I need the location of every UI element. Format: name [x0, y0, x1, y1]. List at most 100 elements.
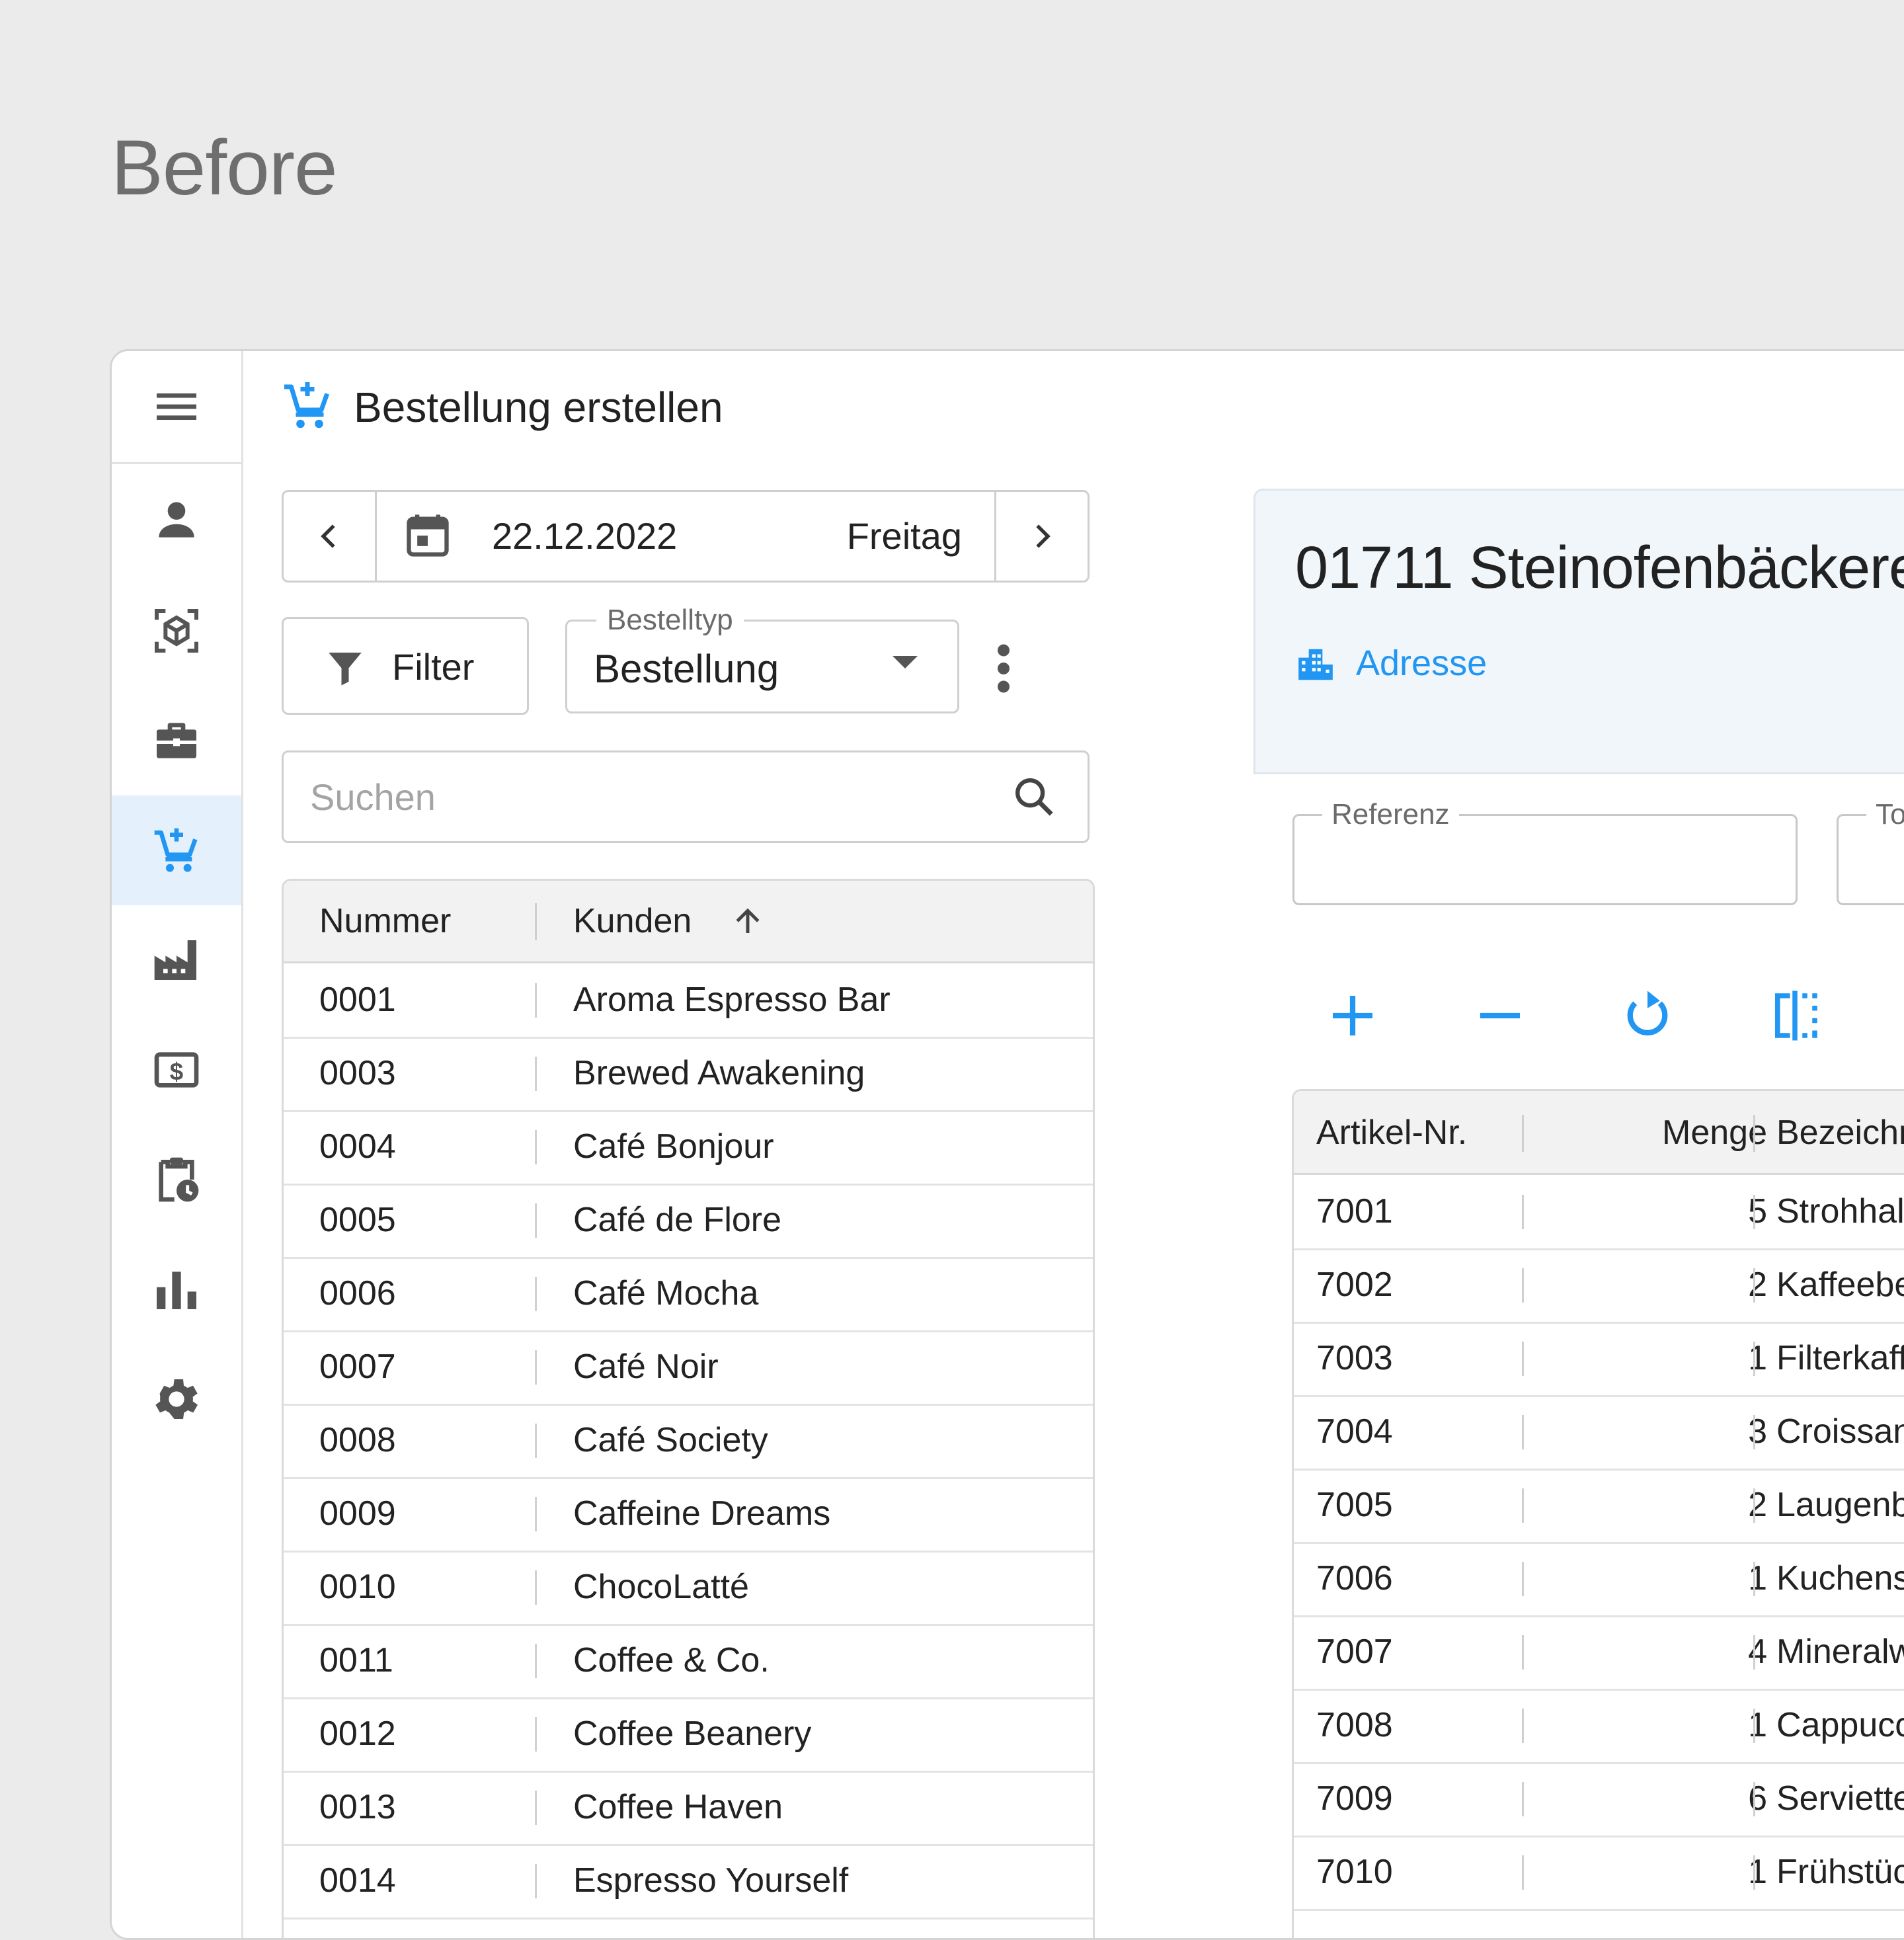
customer-number: 0014: [319, 1861, 396, 1900]
table-row[interactable]: 7004 3Croissant Butter: [1294, 1395, 1904, 1471]
more-vertical-icon[interactable]: [984, 642, 1023, 695]
article-quantity[interactable]: 2: [1558, 1483, 1767, 1527]
search-box: [282, 750, 1090, 843]
filter-button[interactable]: Filter: [282, 617, 529, 715]
article-quantity[interactable]: 2: [1558, 1263, 1767, 1307]
table-row[interactable]: 7005 2Laugenbrezel groß: [1294, 1469, 1904, 1544]
table-row[interactable]: 7008 1Cappuccino: [1294, 1689, 1904, 1764]
article-number: 7005: [1316, 1486, 1393, 1524]
order-type-value: Bestellung: [594, 647, 779, 691]
search-icon[interactable]: [1011, 774, 1057, 820]
column-divider[interactable]: [1753, 1115, 1755, 1152]
table-row[interactable]: 7001 5Strohhalme Papier: [1294, 1175, 1904, 1250]
article-quantity[interactable]: 1: [1558, 1336, 1767, 1380]
table-row[interactable]: 0010 ChocoLatté: [284, 1551, 1093, 1626]
table-row[interactable]: 0009 Caffeine Dreams: [284, 1477, 1093, 1553]
article-quantity[interactable]: 6: [1558, 1777, 1767, 1820]
refresh-icon[interactable]: [1618, 986, 1677, 1045]
table-row[interactable]: 0011 Coffee & Co.: [284, 1624, 1093, 1699]
sidebar-item-billing[interactable]: $: [112, 1015, 241, 1125]
sidebar-item-schedule[interactable]: [112, 1125, 241, 1234]
sidebar-item-articles[interactable]: [112, 576, 241, 686]
article-quantity[interactable]: 1: [1558, 1850, 1767, 1894]
address-link[interactable]: Adresse: [1356, 640, 1487, 686]
table-row[interactable]: 0007 Café Noir: [284, 1330, 1093, 1406]
column-divider[interactable]: [535, 903, 537, 940]
column-divider: [535, 1277, 537, 1311]
calendar-icon[interactable]: [403, 510, 453, 561]
table-row[interactable]: 0012 Coffee Beanery: [284, 1697, 1093, 1773]
column-header-bezeichnung[interactable]: Bezeichnung: [1776, 1111, 1904, 1154]
column-header-kunden[interactable]: Kunden: [573, 899, 692, 943]
column-divider: [535, 1717, 537, 1752]
add-icon[interactable]: [1323, 986, 1382, 1045]
app-window: $ Bestellung erstellen 22.12.2022 Freita…: [110, 349, 1904, 1940]
next-day-button[interactable]: [994, 492, 1088, 581]
article-quantity[interactable]: 4: [1558, 1630, 1767, 1674]
article-description: Filterkaffee Haus: [1776, 1339, 1904, 1377]
split-icon[interactable]: [1765, 986, 1825, 1045]
weekday-value: Freitag: [846, 515, 962, 557]
column-divider: [1522, 1195, 1524, 1229]
article-quantity[interactable]: 1: [1558, 1703, 1767, 1747]
sort-ascending-icon[interactable]: [730, 903, 766, 939]
table-row[interactable]: 0005 Café de Flore: [284, 1184, 1093, 1259]
article-quantity[interactable]: 5: [1558, 1190, 1767, 1233]
column-divider[interactable]: [1522, 1115, 1524, 1152]
customer-name: Café Noir: [573, 1348, 719, 1386]
column-header-artikel-nr[interactable]: Artikel-Nr.: [1316, 1111, 1467, 1154]
column-divider: [1753, 1342, 1755, 1376]
sidebar-item-statistics[interactable]: [112, 1234, 241, 1344]
table-row[interactable]: 7006 1Kuchenstück Apfel: [1294, 1542, 1904, 1617]
customer-number: 0007: [319, 1348, 396, 1386]
table-row[interactable]: 7010 1Frühstücksmenü: [1294, 1836, 1904, 1911]
sidebar-item-production[interactable]: [112, 905, 241, 1015]
order-type-select[interactable]: Bestelltyp Bestellung: [565, 602, 959, 713]
gear-icon: [155, 1379, 198, 1419]
column-divider: [535, 1570, 537, 1605]
article-quantity[interactable]: 1: [1558, 1556, 1767, 1600]
table-row[interactable]: 0003 Brewed Awakening: [284, 1037, 1093, 1112]
column-divider: [535, 1130, 537, 1164]
search-input[interactable]: [310, 772, 971, 821]
article-description: Strohhalme Papier: [1776, 1192, 1904, 1231]
table-row[interactable]: 7003 1Filterkaffee Haus: [1294, 1322, 1904, 1397]
table-row[interactable]: 0008 Café Society: [284, 1404, 1093, 1479]
column-header-nummer[interactable]: Nummer: [319, 899, 451, 943]
previous-day-button[interactable]: [284, 492, 377, 581]
sidebar-item-create-order[interactable]: [112, 795, 241, 905]
table-row[interactable]: 0004 Café Bonjour: [284, 1110, 1093, 1186]
table-row[interactable]: 7007 4Mineralwasser 0.5: [1294, 1615, 1904, 1691]
building-icon: [1298, 649, 1333, 680]
column-divider: [1753, 1488, 1755, 1523]
sidebar-item-user[interactable]: [112, 465, 241, 575]
tour-field[interactable]: Tour: [1837, 796, 1904, 905]
table-row[interactable]: 7002 2Kaffeebecher 250: [1294, 1248, 1904, 1324]
sidebar: $: [112, 351, 243, 1938]
table-row[interactable]: 7009 6Servietten Recycling: [1294, 1762, 1904, 1838]
article-number: 7001: [1316, 1192, 1393, 1231]
article-number: 7008: [1316, 1706, 1393, 1744]
column-divider: [1753, 1562, 1755, 1596]
bar-chart-icon: [157, 1272, 196, 1309]
column-header-menge[interactable]: Menge: [1558, 1111, 1767, 1154]
customer-number: 0012: [319, 1715, 396, 1753]
remove-icon[interactable]: [1470, 986, 1530, 1045]
sidebar-item-jobs[interactable]: [112, 686, 241, 795]
sidebar-item-settings[interactable]: [112, 1344, 241, 1454]
customer-name: Brewed Awakening: [573, 1054, 865, 1092]
customer-number: 0006: [319, 1274, 396, 1313]
table-row[interactable]: 0001 Aroma Espresso Bar: [284, 963, 1093, 1039]
menu-button[interactable]: [112, 351, 241, 464]
date-value[interactable]: 22.12.2022: [492, 512, 677, 561]
add-cart-icon: [284, 382, 330, 428]
table-row[interactable]: 0006 Café Mocha: [284, 1257, 1093, 1332]
article-table: Artikel-Nr. Menge Bezeichnung 7001 5Stroh…: [1292, 1089, 1904, 1938]
table-row[interactable]: 0014 Espresso Yourself: [284, 1844, 1093, 1920]
table-header: Nummer Kunden: [284, 881, 1093, 963]
article-quantity[interactable]: 3: [1558, 1410, 1767, 1453]
reference-field[interactable]: Referenz: [1292, 796, 1798, 905]
table-row[interactable]: 0013 Coffee Haven: [284, 1771, 1093, 1846]
clipboard-clock-icon: [159, 1157, 199, 1202]
column-divider: [1522, 1268, 1524, 1303]
